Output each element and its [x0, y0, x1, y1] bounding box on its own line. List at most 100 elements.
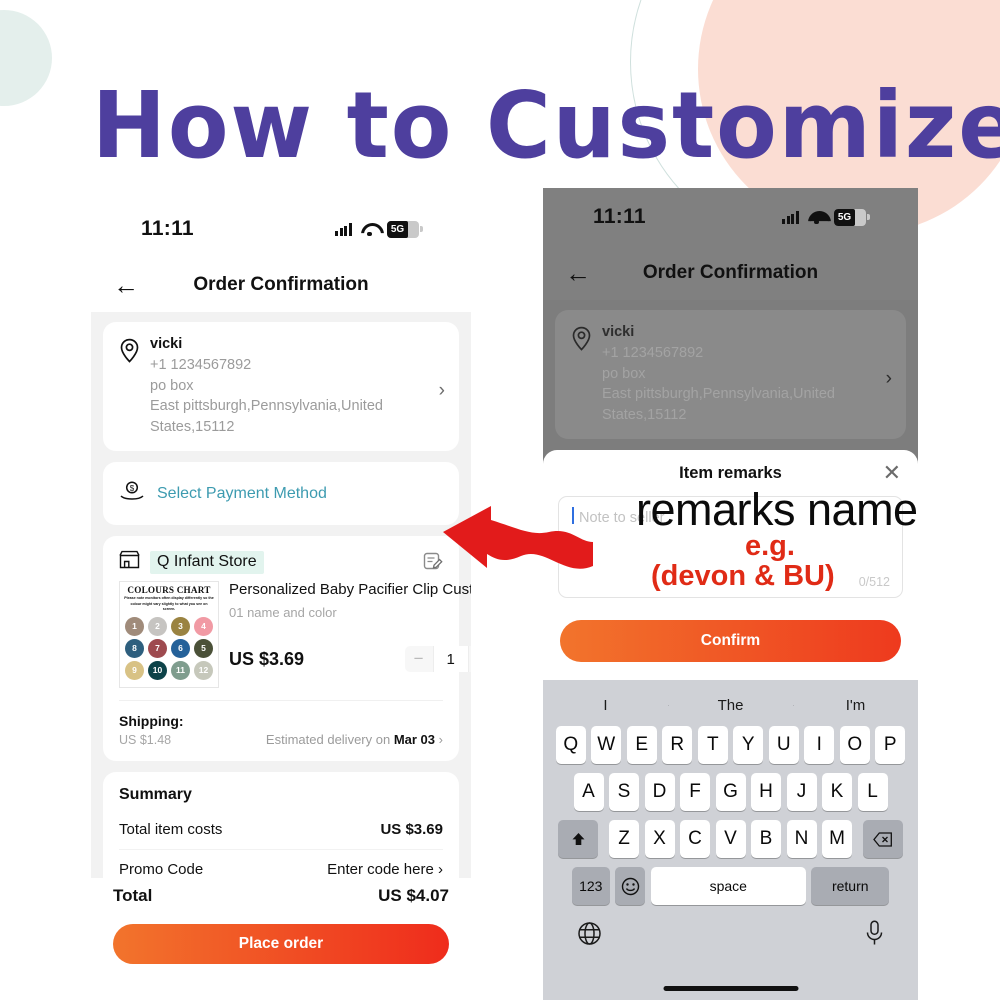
colour-swatch: 8: [125, 638, 144, 658]
keyboard-key-a[interactable]: A: [573, 773, 604, 811]
store-name[interactable]: Q Infant Store: [150, 550, 264, 574]
store-product-card[interactable]: Q Infant Store COLOURS CHART Please note…: [103, 536, 471, 762]
keyboard-suggestion[interactable]: The: [668, 697, 793, 714]
battery-label-right: 5G: [834, 208, 855, 226]
globe-icon[interactable]: [577, 921, 602, 952]
wifi-icon-right: [808, 211, 825, 225]
keyboard-key-v[interactable]: V: [715, 820, 746, 858]
keyboard-key-u[interactable]: U: [768, 726, 799, 764]
location-pin-icon: [119, 338, 142, 368]
battery-5g-icon-right: 5G: [834, 208, 870, 226]
keyboard-row-3[interactable]: ZXCVBNM: [543, 820, 918, 858]
colour-swatch: 9: [125, 660, 144, 680]
quantity-value[interactable]: 1: [432, 646, 469, 673]
keyboard-suggestions[interactable]: I The I'm: [543, 684, 918, 726]
nav-bar: ← Order Confirmation: [91, 258, 471, 312]
summary-row-label: Total item costs: [119, 821, 223, 839]
keyboard-key-f[interactable]: F: [680, 773, 710, 811]
keyboard-suggestion[interactable]: I'm: [793, 697, 918, 714]
colour-swatch: 11: [171, 660, 190, 680]
signal-bars-icon-right: [782, 210, 799, 224]
address-line2: East pittsburgh,Pennsylvania,United: [150, 398, 383, 415]
keyboard-key-i[interactable]: I: [804, 726, 835, 764]
status-time: 11:11: [141, 217, 194, 240]
payment-icon: $: [119, 480, 145, 507]
numbers-key[interactable]: 123: [571, 867, 610, 905]
address-phone-right: +1 1234567892: [602, 345, 704, 361]
keyboard-key-s[interactable]: S: [609, 773, 639, 811]
keyboard-key-m[interactable]: M: [822, 820, 852, 858]
product-title: Personalized Baby Pacifier Clip Custo…: [229, 581, 471, 599]
colour-swatch: 7: [148, 638, 167, 658]
address-card-right: vicki +1 1234567892 po box East pittsbur…: [555, 310, 906, 440]
keyboard-key-z[interactable]: Z: [609, 820, 639, 858]
address-line1: po box: [150, 377, 194, 394]
address-line2-right: East pittsburgh,Pennsylvania,United: [602, 386, 835, 403]
keyboard-key-x[interactable]: X: [644, 820, 675, 858]
shipping-eta[interactable]: Estimated delivery on Mar 03 ›: [266, 732, 443, 747]
keyboard-key-j[interactable]: J: [786, 773, 817, 811]
keyboard-key-g[interactable]: G: [715, 773, 746, 811]
quantity-increment-button[interactable]: +: [468, 646, 471, 673]
return-key[interactable]: return: [811, 867, 890, 905]
nav-bar-right: ← Order Confirmation: [543, 246, 918, 300]
annotation-remarks-name: remarks name: [636, 484, 918, 535]
keyboard-key-n[interactable]: N: [786, 820, 817, 858]
order-scroll-area[interactable]: vicki +1 1234567892 po box East pittsbur…: [91, 312, 471, 973]
char-counter: 0/512: [858, 575, 890, 589]
keyboard-key-p[interactable]: P: [875, 726, 906, 764]
address-card[interactable]: vicki +1 1234567892 po box East pittsbur…: [103, 322, 459, 452]
shipping-cost: US $1.48: [119, 733, 172, 748]
keyboard-key-b[interactable]: B: [751, 820, 781, 858]
keyboard-key-k[interactable]: K: [822, 773, 852, 811]
confirm-button[interactable]: Confirm: [560, 620, 901, 662]
summary-title: Summary: [119, 786, 192, 804]
keyboard-key-e[interactable]: E: [626, 726, 657, 764]
colour-swatch: 12: [194, 660, 213, 680]
backspace-key[interactable]: [863, 820, 903, 858]
address-line3: States,15112: [150, 418, 235, 435]
colour-swatch: 10: [148, 660, 167, 680]
keyboard-key-y[interactable]: Y: [733, 726, 764, 764]
keyboard-key-r[interactable]: R: [662, 726, 693, 764]
nav-title-right: Order Confirmation: [642, 262, 819, 283]
place-order-button[interactable]: Place order: [113, 924, 449, 964]
status-time-right: 11:11: [593, 205, 646, 228]
on-screen-keyboard[interactable]: I The I'm QWERTYUIOP ASDFGHJKL ZXCVBNM 123…: [543, 680, 918, 1000]
shipping-eta-prefix: Estimated delivery on: [265, 732, 394, 748]
address-chevron-icon-right: ›: [885, 368, 892, 389]
store-row[interactable]: Q Infant Store: [119, 550, 443, 574]
address-chevron-icon[interactable]: ›: [439, 380, 445, 402]
keyboard-key-t[interactable]: T: [697, 726, 728, 764]
keyboard-key-d[interactable]: D: [644, 773, 675, 811]
space-key[interactable]: space: [650, 867, 806, 905]
page-title: How to Customize: [92, 72, 1000, 179]
close-icon[interactable]: ✕: [883, 462, 901, 484]
summary-row-label: Promo Code: [119, 861, 204, 879]
keyboard-key-c[interactable]: C: [680, 820, 710, 858]
keyboard-row-1[interactable]: QWERTYUIOP: [543, 726, 918, 764]
shift-key[interactable]: [558, 820, 598, 858]
colour-swatch: 6: [171, 638, 190, 658]
shipping-chevron-icon: ›: [438, 732, 443, 748]
microphone-icon[interactable]: [865, 920, 884, 953]
keyboard-row-2[interactable]: ASDFGHJKL: [543, 773, 918, 811]
summary-row[interactable]: Total item costs US $3.69: [119, 810, 443, 849]
shipping-row[interactable]: Shipping: US $1.48 Estimated delivery on…: [119, 700, 443, 747]
keyboard-suggestion[interactable]: I: [543, 697, 668, 714]
quantity-decrement-button[interactable]: −: [404, 646, 433, 673]
keyboard-key-q[interactable]: Q: [555, 726, 586, 764]
battery-5g-icon: 5G: [387, 220, 423, 238]
quantity-stepper[interactable]: − 1 +: [404, 646, 471, 673]
keyboard-row-4[interactable]: 123 space return: [543, 867, 918, 905]
keyboard-key-o[interactable]: O: [839, 726, 870, 764]
red-callout-arrow: [443, 506, 593, 569]
payment-method-card[interactable]: $ Select Payment Method: [103, 462, 459, 526]
product-row[interactable]: COLOURS CHART Please note monitors often…: [119, 581, 471, 689]
emoji-key[interactable]: [615, 867, 646, 905]
keyboard-key-l[interactable]: L: [857, 773, 888, 811]
keyboard-key-h[interactable]: H: [751, 773, 781, 811]
order-footer: Total US $4.07 Place order: [91, 878, 471, 1000]
keyboard-key-w[interactable]: W: [591, 726, 622, 764]
battery-label: 5G: [387, 220, 408, 238]
